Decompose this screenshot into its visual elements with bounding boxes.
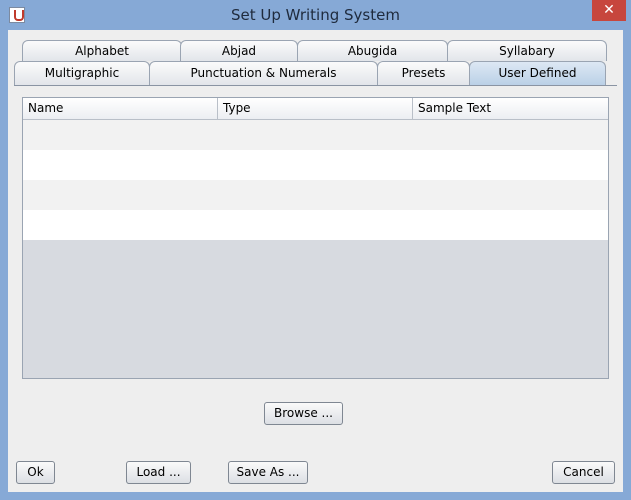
tab-presets[interactable]: Presets: [377, 61, 470, 85]
user-defined-table[interactable]: Name Type Sample Text: [22, 97, 609, 379]
dialog-content: Alphabet Abjad Abugida Syllabary Multigr…: [8, 30, 623, 492]
tab-punctuation-numerals[interactable]: Punctuation & Numerals: [149, 61, 378, 85]
browse-button[interactable]: Browse ...: [264, 402, 343, 425]
dialog-window: Set Up Writing System ✕ Alphabet Abjad A…: [0, 0, 631, 500]
close-button[interactable]: ✕: [592, 0, 626, 21]
load-button[interactable]: Load ...: [126, 461, 191, 484]
table-row[interactable]: [23, 180, 608, 210]
tab-syllabary[interactable]: Syllabary: [447, 40, 607, 61]
tab-divider: [14, 85, 617, 86]
window-title: Set Up Writing System: [231, 6, 400, 24]
tab-abjad[interactable]: Abjad: [180, 40, 298, 61]
table-header: Name Type Sample Text: [23, 98, 608, 120]
column-header-name[interactable]: Name: [23, 98, 218, 119]
title-bar[interactable]: Set Up Writing System ✕: [0, 0, 631, 30]
tab-user-defined[interactable]: User Defined: [469, 61, 606, 86]
column-header-sample-text[interactable]: Sample Text: [413, 98, 608, 119]
ok-button[interactable]: Ok: [16, 461, 55, 484]
table-row[interactable]: [23, 150, 608, 180]
tab-abugida[interactable]: Abugida: [297, 40, 448, 61]
table-row[interactable]: [23, 210, 608, 240]
column-header-type[interactable]: Type: [218, 98, 413, 119]
tab-strip: Alphabet Abjad Abugida Syllabary Multigr…: [8, 30, 623, 86]
save-as-button[interactable]: Save As ...: [228, 461, 308, 484]
table-row[interactable]: [23, 120, 608, 150]
tab-multigraphic[interactable]: Multigraphic: [14, 61, 150, 85]
cancel-button[interactable]: Cancel: [552, 461, 615, 484]
tab-alphabet[interactable]: Alphabet: [22, 40, 182, 61]
